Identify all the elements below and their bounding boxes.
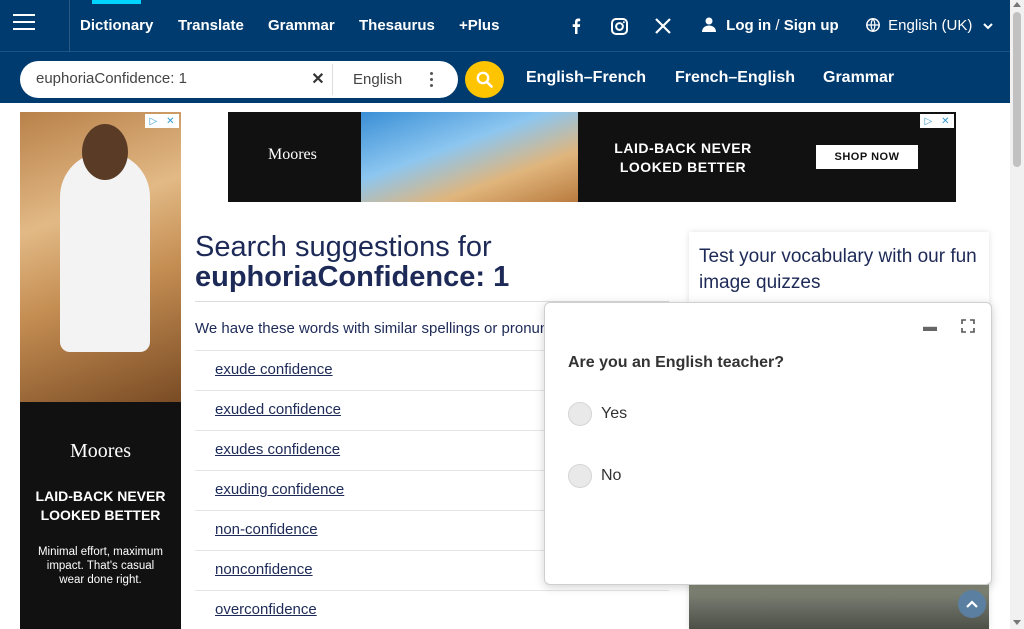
top-nav: Dictionary Translate Grammar Thesaurus +… xyxy=(0,0,1010,52)
expand-icon[interactable] xyxy=(959,317,977,335)
nav-dictionary[interactable]: Dictionary xyxy=(80,0,153,34)
survey-question: Are you an English teacher? xyxy=(568,354,785,371)
ad-headline: LAID-BACK NEVER LOOKED BETTER xyxy=(35,488,166,523)
nav-divider xyxy=(69,0,70,52)
suggestion-link[interactable]: exuded confidence xyxy=(215,401,341,418)
survey-option-label: No xyxy=(601,467,622,484)
quick-link-french-english[interactable]: French–English xyxy=(675,69,795,87)
ad-brand: Moores xyxy=(69,440,132,462)
scroll-up-arrow[interactable] xyxy=(1013,2,1021,7)
list-item: overconfidence xyxy=(195,590,669,629)
page-title-prefix: Search suggestions for xyxy=(195,231,492,263)
search-box: ✕ English xyxy=(20,61,458,98)
suggestion-link[interactable]: exudes confidence xyxy=(215,441,340,458)
search-button[interactable] xyxy=(465,61,504,98)
nav-plus[interactable]: +Plus xyxy=(459,17,499,34)
chevron-up-icon xyxy=(966,600,978,608)
ad-model xyxy=(60,152,150,352)
menu-icon[interactable] xyxy=(13,14,35,32)
instagram-icon[interactable] xyxy=(609,16,629,36)
facebook-icon[interactable] xyxy=(566,16,586,36)
language-label: English (UK) xyxy=(888,17,973,34)
left-ad[interactable]: ▷ ✕ Moores LAID-BACK NEVER LOOKED BETTER … xyxy=(20,112,181,629)
search-icon xyxy=(476,71,493,88)
nav-translate[interactable]: Translate xyxy=(178,17,244,34)
clear-search-icon[interactable]: ✕ xyxy=(306,67,330,91)
minimize-icon[interactable]: ▬ xyxy=(921,317,939,335)
user-icon xyxy=(702,17,716,32)
ad-headline-line2: LOOKED BETTER xyxy=(619,159,747,175)
login-link[interactable]: Log in xyxy=(726,17,771,34)
quiz-image[interactable] xyxy=(689,582,989,629)
survey-option-label: Yes xyxy=(601,405,628,422)
search-bar: ✕ English English–French French–English … xyxy=(0,52,1010,103)
suggestion-link[interactable]: non-confidence xyxy=(215,521,318,538)
search-input[interactable] xyxy=(36,70,306,87)
language-selector[interactable]: English (UK) xyxy=(866,17,993,34)
ad-brand: Moores xyxy=(268,146,317,163)
globe-icon xyxy=(866,18,880,32)
ad-photo xyxy=(361,112,578,202)
top-ad[interactable]: Moores LAID-BACK NEVER LOOKED BETTER SHO… xyxy=(228,112,956,202)
quiz-title[interactable]: Test your vocabulary with our fun image … xyxy=(699,244,979,296)
signup-link[interactable]: Sign up xyxy=(784,17,839,34)
radio-button[interactable] xyxy=(568,402,592,426)
x-twitter-icon[interactable] xyxy=(653,16,673,36)
suggestion-link[interactable]: exuding confidence xyxy=(215,481,344,498)
ad-cta-button[interactable]: SHOP NOW xyxy=(816,145,918,169)
login-separator: / xyxy=(775,17,780,34)
scroll-down-arrow[interactable] xyxy=(1013,620,1021,625)
quick-link-english-french[interactable]: English–French xyxy=(526,69,646,87)
suggestion-link[interactable]: overconfidence xyxy=(215,601,317,618)
ad-photo xyxy=(20,112,181,402)
adchoices-icon[interactable]: ▷ ✕ xyxy=(145,114,179,128)
survey-option-yes[interactable]: Yes xyxy=(568,402,627,426)
nav-thesaurus[interactable]: Thesaurus xyxy=(359,17,435,34)
ad-headline: LAID-BACK NEVER LOOKED BETTER xyxy=(588,139,778,177)
suggestions-intro: We have these words with similar spellin… xyxy=(195,320,555,337)
survey-option-no[interactable]: No xyxy=(568,464,621,488)
adchoices-icon[interactable]: ▷ ✕ xyxy=(920,114,954,128)
login-area: Log in / Sign up xyxy=(702,17,839,34)
scrollbar[interactable] xyxy=(1010,0,1024,629)
radio-button[interactable] xyxy=(568,464,592,488)
more-options-icon xyxy=(430,72,434,90)
nav-grammar[interactable]: Grammar xyxy=(268,17,335,34)
chevron-down-icon xyxy=(982,23,993,30)
dictionary-selector-label: English xyxy=(353,71,403,88)
dictionary-selector[interactable]: English xyxy=(332,64,452,95)
page-title: Search suggestions for euphoriaConfidenc… xyxy=(195,232,509,292)
quick-link-grammar[interactable]: Grammar xyxy=(823,69,894,87)
suggestion-link[interactable]: exude confidence xyxy=(215,361,333,378)
page-title-query: euphoriaConfidence: 1 xyxy=(195,261,510,293)
scrollbar-thumb[interactable] xyxy=(1013,12,1021,167)
ad-model-head xyxy=(82,124,128,180)
suggestion-link[interactable]: nonconfidence xyxy=(215,561,313,578)
survey-popup: ▬ Are you an English teacher? Yes No xyxy=(544,302,992,585)
back-to-top-button[interactable] xyxy=(958,590,986,618)
ad-headline-line1: LAID-BACK NEVER xyxy=(614,140,752,156)
ad-subtext: Minimal effort, maximum impact. That's c… xyxy=(37,546,164,586)
